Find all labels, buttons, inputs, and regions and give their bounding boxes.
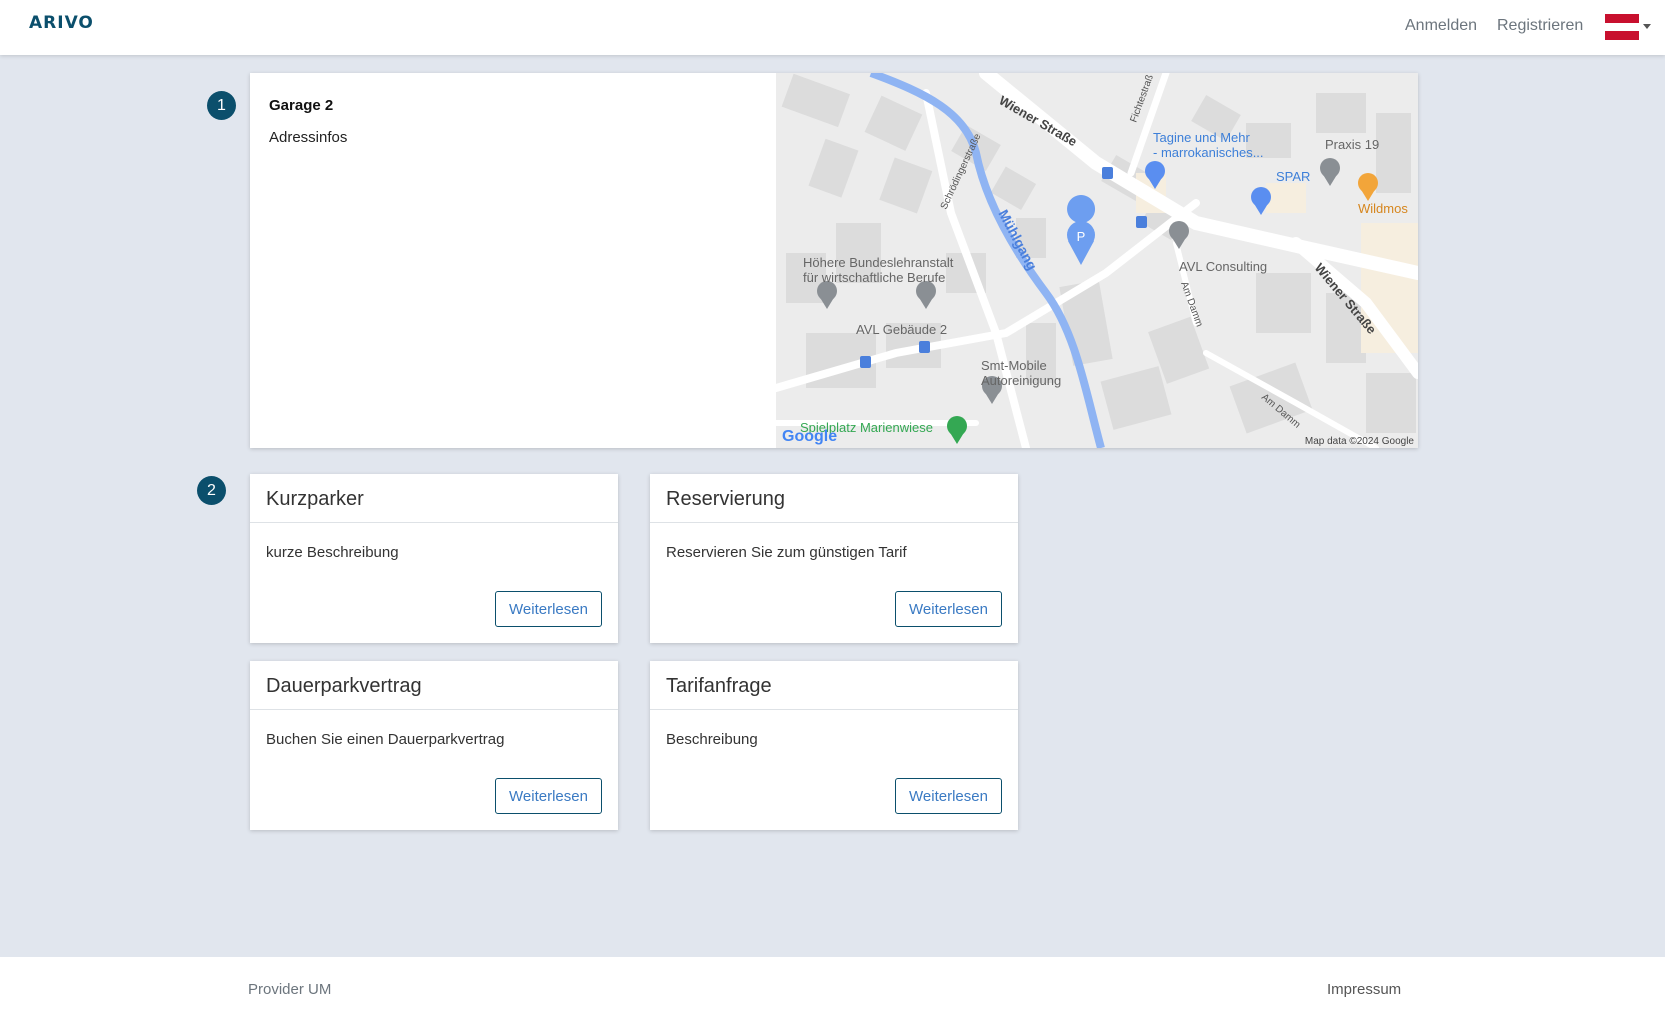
svg-text:AVL Gebäude 2: AVL Gebäude 2 — [856, 322, 947, 337]
svg-text:AVL Consulting: AVL Consulting — [1179, 259, 1267, 274]
service-card-kurzparker: Kurzparker kurze Beschreibung Weiterlese… — [250, 474, 618, 643]
read-more-button[interactable]: Weiterlesen — [895, 778, 1002, 814]
svg-text:Praxis 19: Praxis 19 — [1325, 137, 1379, 152]
service-card-dauerparkvertrag: Dauerparkvertrag Buchen Sie einen Dauerp… — [250, 661, 618, 830]
page-footer: Provider UM Impressum — [0, 957, 1665, 1018]
imprint-link[interactable]: Impressum — [1327, 981, 1401, 998]
step-badge-2: 2 — [197, 476, 226, 505]
service-description: Buchen Sie einen Dauerparkvertrag — [266, 731, 505, 748]
location-map[interactable]: P Wiener Straße Wiener Straße Fichtestra… — [776, 73, 1418, 448]
service-description: Beschreibung — [666, 731, 758, 748]
read-more-button[interactable]: Weiterlesen — [495, 591, 602, 627]
svg-text:Smt-Mobile: Smt-Mobile — [981, 358, 1047, 373]
divider — [650, 522, 1018, 523]
garage-address: Adressinfos — [269, 129, 348, 146]
austria-flag-icon[interactable] — [1605, 14, 1639, 41]
service-title: Tarifanfrage — [666, 675, 772, 697]
svg-text:Höhere Bundeslehranstalt: Höhere Bundeslehranstalt — [803, 255, 954, 270]
service-description: kurze Beschreibung — [266, 544, 399, 561]
divider — [250, 709, 618, 710]
svg-text:Google: Google — [782, 428, 837, 445]
login-link[interactable]: Anmelden — [1405, 17, 1477, 35]
garage-info-card: Garage 2 Adressinfos P Wiener Straße Wie… — [250, 73, 1418, 448]
chevron-down-icon[interactable] — [1643, 24, 1651, 29]
register-link[interactable]: Registrieren — [1497, 17, 1583, 35]
svg-text:Wildmos: Wildmos — [1358, 201, 1408, 216]
svg-text:P: P — [1077, 229, 1086, 244]
service-title: Dauerparkvertrag — [266, 675, 422, 697]
svg-text:für wirtschaftliche Berufe: für wirtschaftliche Berufe — [803, 270, 945, 285]
divider — [650, 709, 1018, 710]
service-card-reservierung: Reservierung Reservieren Sie zum günstig… — [650, 474, 1018, 643]
service-description: Reservieren Sie zum günstigen Tarif — [666, 544, 907, 561]
svg-text:SPAR: SPAR — [1276, 169, 1310, 184]
service-title: Kurzparker — [266, 488, 364, 510]
svg-text:Map data ©2024 Google: Map data ©2024 Google — [1305, 436, 1415, 447]
read-more-button[interactable]: Weiterlesen — [495, 778, 602, 814]
svg-text:Autoreinigung: Autoreinigung — [981, 373, 1061, 388]
provider-text: Provider UM — [248, 981, 332, 998]
service-card-tarifanfrage: Tarifanfrage Beschreibung Weiterlesen — [650, 661, 1018, 830]
arivo-logo[interactable]: ARIVO — [29, 13, 94, 33]
service-title: Reservierung — [666, 488, 785, 510]
divider — [250, 522, 618, 523]
top-navbar: ARIVO Anmelden Registrieren — [0, 0, 1665, 55]
svg-text:- marrokanisches...: - marrokanisches... — [1153, 145, 1264, 160]
garage-name: Garage 2 — [269, 97, 334, 114]
svg-text:Tagine und Mehr: Tagine und Mehr — [1153, 130, 1251, 145]
step-badge-1: 1 — [207, 91, 236, 120]
read-more-button[interactable]: Weiterlesen — [895, 591, 1002, 627]
